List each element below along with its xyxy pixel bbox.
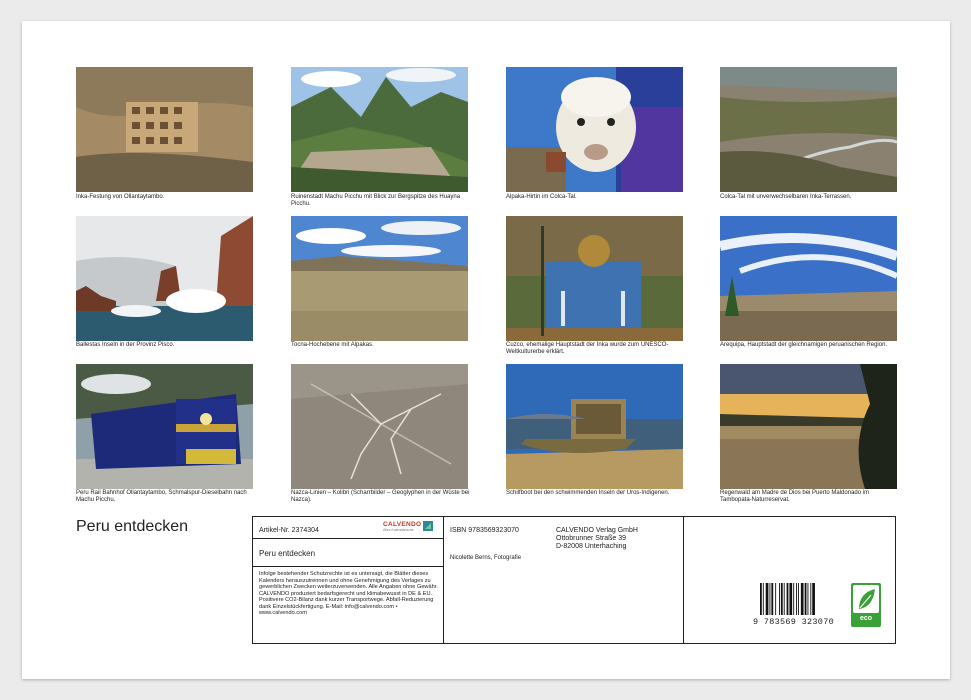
barcode-bar [810,583,812,615]
photo-tocna-plateau [291,216,468,341]
photo-nazca-lines [291,364,468,489]
barcode-bar [798,583,799,615]
calvendo-mark-icon [423,521,433,531]
photo-ballestas-islands [76,216,253,341]
barcode-number: 9 783569 323070 [753,617,835,627]
photo-reed-boat [506,364,683,489]
photo-colca-valley [720,67,897,192]
photo-caption: Inka-Festung von Ollantaytambo. [76,194,165,200]
barcode-bar [771,583,774,615]
divider [683,517,684,643]
barcode-bar [804,583,807,615]
barcode-bar [783,583,785,615]
info-box: Artikel-Nr. 2374304 CALVENDO Alles Kalen… [252,516,896,644]
barcode-bar [796,583,797,615]
barcode-bar [760,583,762,615]
photo-cuzco-fountain [506,216,683,341]
photo-madre-de-dios [720,364,897,489]
photo-ollantaytambo [76,67,253,192]
barcode-bar [779,583,780,615]
barcode-bar [800,583,804,615]
barcode-bar [807,583,809,615]
barcode-bar [793,583,795,615]
divider [443,517,444,643]
eco-badge: eco [851,583,881,627]
isbn: ISBN 9783569323070 [450,527,519,534]
publisher-name: CALVENDO Verlag GmbH [556,527,638,534]
barcode-bar [789,583,793,615]
barcode-bar [775,583,777,615]
legal-notice: Infolge bestehender Schutzrechte ist es … [259,571,438,616]
barcode-bar [780,583,783,615]
info-title: Peru entdecken [259,549,316,558]
eco-label: eco [859,615,873,622]
article-number: Artikel-Nr. 2374304 [259,527,319,534]
photo-caption: Arequipa, Hauptstadt der gleichnamigen p… [720,342,888,348]
photo-caption: Ballestas Inseln in der Provinz Pisco. [76,342,175,348]
barcode-bar [765,583,769,615]
photo-caption: Colca-Tal mit unverwechselbaren Inka-Ter… [720,194,852,200]
photo-caption: Alpaka-Hirtin im Colca-Tal. [506,194,577,200]
divider [253,566,443,567]
photo-arequipa [720,216,897,341]
calendar-title: Peru entdecken [76,518,189,535]
publisher-city: D-82008 Unterhaching [556,543,627,550]
photo-alpaca [506,67,683,192]
photo-caption: Nazca-Linien – Kolibri (Scharrbilder – G… [291,490,470,503]
photo-caption: Regenwald am Madre de Dios bei Puerto Ma… [720,490,870,503]
photo-caption: Peru Rail Bahnhof Ollantaytambo, Schmals… [76,490,247,503]
calvendo-logo: CALVENDO Alles Kalendarische [383,521,433,532]
photo-caption: Cuzco, ehemalige Hauptstadt der Inka wur… [506,342,669,355]
divider [253,538,443,539]
photo-caption: Tocna-Hochebene mit Alpakas. [291,342,374,348]
barcode-bar [769,583,771,615]
photo-caption: Schilfboot bei den schwimmenden Inseln d… [506,490,670,496]
photo-caption: Ruinenstadt Machu Picchu mit Blick zur B… [291,194,461,207]
author: Nicolette Berns, Fotografie [450,555,522,561]
barcode-bar [812,583,815,615]
photo-machu-picchu [291,67,468,192]
photo-peru-rail [76,364,253,489]
barcode-bar [762,583,764,615]
barcode-bar [786,583,789,615]
publisher-street: Ottobrunner Straße 39 [556,535,627,542]
